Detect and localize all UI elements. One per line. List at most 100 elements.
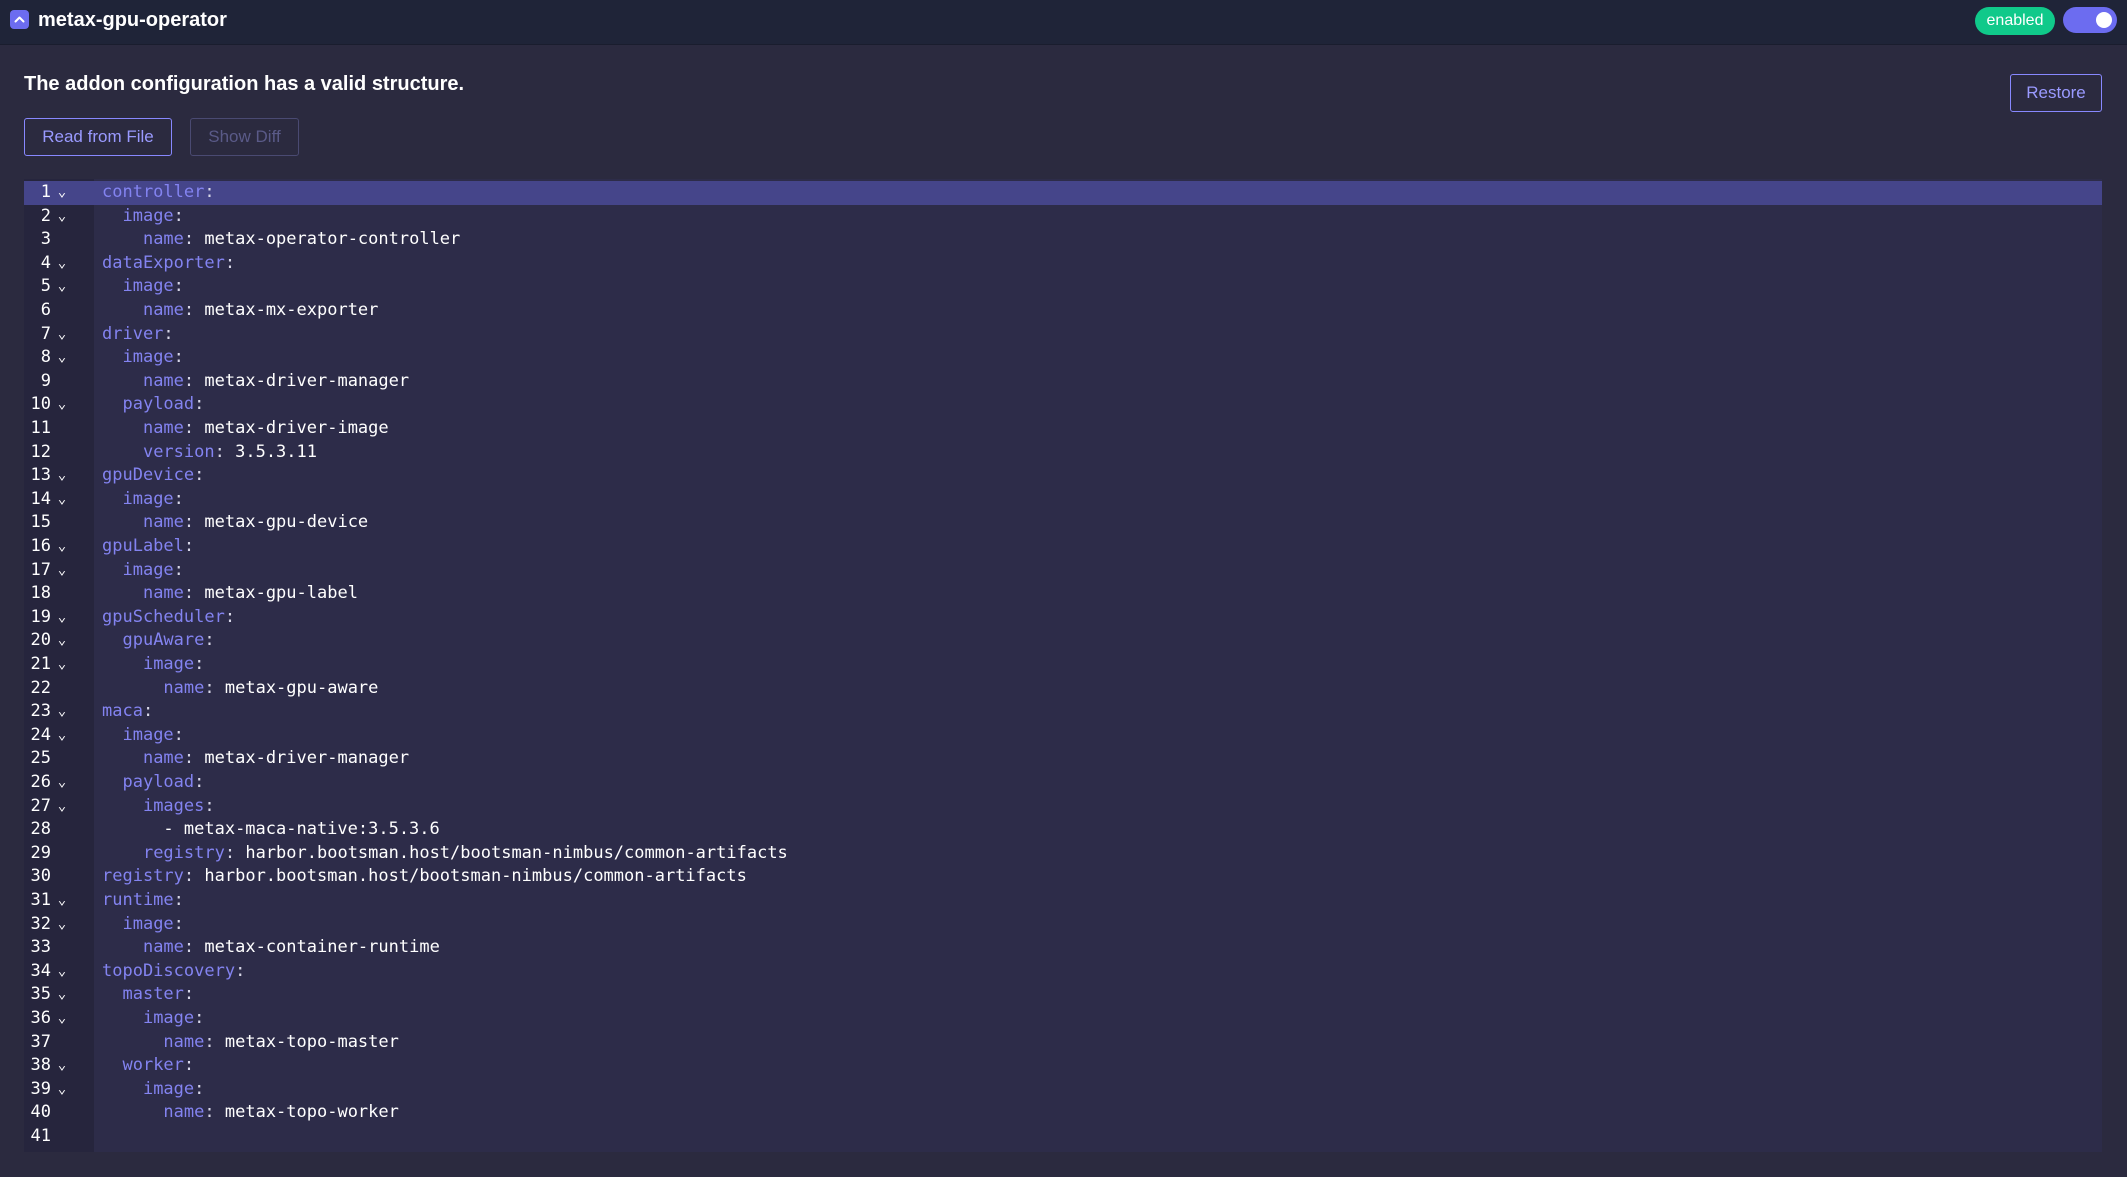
code-text: image: [142, 1008, 205, 1028]
code-line[interactable]: 27 ⌄ images: [24, 795, 2102, 819]
fold-chevron-icon[interactable]: ⌄ [55, 1054, 69, 1078]
code-line[interactable]: 33 name: metax-container-runtime [24, 936, 2102, 960]
yaml-key: name [142, 370, 184, 391]
code-line[interactable]: 10 ⌄ payload: [24, 393, 2102, 417]
fold-chevron-icon[interactable]: ⌄ [55, 606, 69, 630]
fold-chevron-icon[interactable]: ⌄ [55, 795, 69, 819]
yaml-key: image [142, 1008, 195, 1028]
yaml-key: runtime [102, 890, 174, 910]
fold-chevron-icon[interactable]: ⌄ [55, 181, 69, 205]
code-text: image: [122, 488, 184, 509]
fold-chevron-icon[interactable]: ⌄ [55, 960, 69, 984]
code-line[interactable]: 2 ⌄ image: [24, 205, 2102, 229]
line-number: 41 [30, 1126, 51, 1146]
fold-chevron-icon[interactable]: ⌄ [55, 346, 69, 370]
code-line[interactable]: 34 ⌄ topoDiscovery: [24, 960, 2102, 984]
code-line[interactable]: 6 name: metax-mx-exporter [24, 299, 2102, 323]
code-line[interactable]: 3 name: metax-operator-controller [24, 228, 2102, 252]
code-line[interactable]: 5 ⌄ image: [24, 275, 2102, 299]
status-badge: enabled [1975, 7, 2055, 35]
code-text: - metax-maca-native:3.5.3.6 [102, 818, 439, 842]
code-line[interactable]: 40 name: metax-topo-worker [24, 1101, 2102, 1125]
fold-chevron-icon[interactable]: ⌄ [55, 1007, 69, 1031]
code-line[interactable]: 12 version: 3.5.3.11 [24, 441, 2102, 465]
fold-chevron-icon[interactable]: ⌄ [55, 488, 69, 512]
yaml-key: maca [102, 701, 143, 722]
code-line[interactable]: 24 ⌄ image: [24, 724, 2102, 748]
yaml-key: name [163, 677, 205, 698]
code-line[interactable]: 41 [24, 1125, 2102, 1149]
show-diff-button[interactable]: Show Diff [190, 118, 299, 156]
fold-chevron-icon[interactable]: ⌄ [55, 1078, 69, 1102]
fold-chevron-icon[interactable]: ⌄ [55, 559, 69, 583]
code-line[interactable]: 1 ⌄ controller: [24, 181, 2102, 205]
fold-chevron-icon[interactable]: ⌄ [55, 629, 69, 653]
code-line[interactable]: 30 registry: harbor.bootsman.host/bootsma… [24, 865, 2102, 889]
code-line[interactable]: 39 ⌄ image: [24, 1078, 2102, 1102]
fold-chevron-icon[interactable]: ⌄ [55, 464, 69, 488]
code-line[interactable]: 19 ⌄ gpuScheduler: [24, 606, 2102, 630]
fold-chevron-icon[interactable]: ⌄ [55, 724, 69, 748]
code-line[interactable]: 15 name: metax-gpu-device [24, 511, 2102, 535]
code-line[interactable]: 36 ⌄ image: [24, 1007, 2102, 1031]
code-line[interactable]: 38 ⌄ worker: [24, 1054, 2102, 1078]
code-text: maca: [102, 701, 154, 722]
line-number: 12 [30, 441, 51, 462]
code-line[interactable]: 21 ⌄ image: [24, 653, 2102, 677]
fold-chevron-icon[interactable]: ⌄ [55, 889, 69, 913]
fold-chevron-icon[interactable]: ⌄ [55, 653, 69, 677]
code-line[interactable]: 35 ⌄ master: [24, 983, 2102, 1007]
code-line[interactable]: 17 ⌄ image: [24, 559, 2102, 583]
yaml-value: metax-driver-manager [204, 370, 410, 391]
yaml-key: dataExporter [102, 252, 225, 273]
fold-chevron-icon[interactable]: ⌄ [55, 535, 69, 559]
code-line[interactable]: 22 name: metax-gpu-aware [24, 677, 2102, 701]
yaml-key: images [142, 795, 205, 816]
line-number: 17 [30, 559, 51, 580]
collapse-button[interactable] [10, 10, 29, 29]
code-line[interactable]: 7 ⌄ driver: [24, 323, 2102, 347]
yaml-key: image [122, 205, 174, 226]
fold-chevron-icon[interactable]: ⌄ [55, 252, 69, 276]
code-line[interactable]: 9 name: metax-driver-manager [24, 370, 2102, 394]
line-number: 6 [40, 300, 51, 320]
fold-chevron-icon[interactable]: ⌄ [55, 983, 69, 1007]
code-text: image: [122, 559, 184, 580]
code-line[interactable]: 31 ⌄ runtime: [24, 889, 2102, 913]
code-line[interactable]: 4 ⌄ dataExporter: [24, 252, 2102, 276]
fold-chevron-icon[interactable]: ⌄ [55, 205, 69, 229]
line-number: 28 [30, 819, 51, 840]
code-line[interactable]: 26 ⌄ payload: [24, 771, 2102, 795]
code-line[interactable]: 18 name: metax-gpu-label [24, 582, 2102, 606]
yaml-key: image [122, 347, 174, 368]
code-line[interactable]: 29 registry: harbor.bootsman.host/bootsm… [24, 842, 2102, 866]
code-line[interactable]: 16 ⌄ gpuLabel: [24, 535, 2102, 559]
code-text: name: metax-mx-exporter [142, 300, 379, 320]
line-number: 25 [30, 748, 51, 769]
code-line[interactable]: 28 - metax-maca-native:3.5.3.6 [24, 818, 2102, 842]
validation-message: The addon configuration has a valid stru… [24, 73, 465, 95]
yaml-key: name [142, 748, 184, 769]
fold-chevron-icon[interactable]: ⌄ [55, 275, 69, 299]
fold-chevron-icon[interactable]: ⌄ [55, 700, 69, 724]
code-line[interactable]: 13 ⌄ gpuDevice: [24, 464, 2102, 488]
yaml-editor[interactable]: 1 ⌄ controller: 2 ⌄ image: 3 name: metax-oper… [24, 179, 2102, 1152]
code-line[interactable]: 14 ⌄ image: [24, 488, 2102, 512]
read-from-file-button[interactable]: Read from File [24, 118, 172, 156]
code-line[interactable]: 11 name: metax-driver-image [24, 417, 2102, 441]
fold-chevron-icon[interactable]: ⌄ [55, 913, 69, 937]
yaml-key: image [122, 276, 174, 297]
fold-chevron-icon[interactable]: ⌄ [55, 771, 69, 795]
fold-chevron-icon[interactable]: ⌄ [55, 393, 69, 417]
code-line[interactable]: 25 name: metax-driver-manager [24, 747, 2102, 771]
fold-chevron-icon[interactable]: ⌄ [55, 323, 69, 347]
code-line[interactable]: 32 ⌄ image: [24, 913, 2102, 937]
code-line[interactable]: 8 ⌄ image: [24, 346, 2102, 370]
code-line[interactable]: 20 ⌄ gpuAware: [24, 629, 2102, 653]
code-line[interactable]: 23 ⌄ maca: [24, 700, 2102, 724]
line-number: 26 [30, 772, 51, 792]
enable-toggle[interactable] [2063, 7, 2117, 33]
line-number: 16 [30, 536, 51, 556]
code-line[interactable]: 37 name: metax-topo-master [24, 1031, 2102, 1055]
restore-button[interactable]: Restore [2010, 74, 2102, 112]
